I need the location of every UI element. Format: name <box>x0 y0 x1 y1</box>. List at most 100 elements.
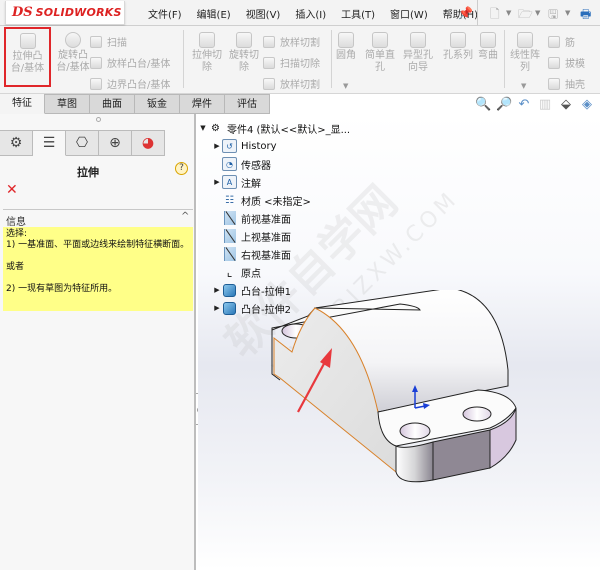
tree-item-front-plane[interactable]: 前视基准面 <box>198 209 350 227</box>
menu-tools[interactable]: 工具(T) <box>341 6 375 21</box>
display-manager-tab[interactable]: ◕ <box>132 130 165 156</box>
info-section-header[interactable]: 信息 <box>6 213 26 228</box>
sweep-button[interactable]: 扫描 <box>90 34 127 49</box>
info-line: 或者 <box>6 262 25 272</box>
part-model[interactable] <box>250 290 600 490</box>
pin-icon[interactable]: 📌 <box>458 6 473 20</box>
expand-right-icon[interactable]: ▶ <box>212 286 222 294</box>
divider <box>3 209 193 210</box>
feature-manager-tab[interactable]: ⚙ <box>0 130 33 156</box>
extrude-cut-label: 拉伸切 除 <box>192 50 222 73</box>
loft-cut-button-2[interactable]: 放样切割 <box>263 76 320 91</box>
simple-hole-label: 简单直 孔 <box>365 50 395 73</box>
tree-item-sensors[interactable]: ◔ 传感器 <box>198 155 350 173</box>
chevron-down-icon[interactable]: ▼ <box>535 9 540 17</box>
revolve-boss-button[interactable]: 旋转凸 台/基体 <box>51 32 95 74</box>
cancel-button[interactable]: ✕ <box>6 182 18 198</box>
tree-item-history[interactable]: ▶ ↺ History <box>198 137 350 155</box>
chevron-down-icon[interactable]: ▼ <box>506 9 511 17</box>
tab-surfaces[interactable]: 曲面 <box>90 94 135 114</box>
boundary-boss-button[interactable]: 边界凸台/基体 <box>90 76 170 91</box>
boss-extrude-icon <box>223 283 236 297</box>
chevron-down-icon[interactable]: ▼ <box>521 82 526 90</box>
loft-cut-button[interactable]: 放样切割 <box>263 34 320 49</box>
expand-down-icon[interactable]: ▼ <box>198 124 208 132</box>
expand-right-icon[interactable]: ▶ <box>212 142 222 150</box>
open-icon[interactable]: 🗁 <box>518 5 533 26</box>
rib-button[interactable]: 筋 <box>548 34 575 49</box>
chevron-down-icon[interactable]: ▼ <box>565 9 570 17</box>
revolve-boss-label: 旋转凸 台/基体 <box>56 50 90 73</box>
command-tabs: 特征 草图 曲面 钣金 焊件 评估 <box>0 94 270 114</box>
info-message-box: 选择: 1) 一基准面、平面或边线来绘制特征横断面。 或者 2) 一现有草图为特… <box>3 227 193 311</box>
shell-icon <box>548 77 560 90</box>
print-icon[interactable]: 🖶 <box>580 5 591 26</box>
tree-item-right-plane[interactable]: 右视基准面 <box>198 245 350 263</box>
linear-pattern-button[interactable]: 线性阵 列 <box>505 32 545 74</box>
configuration-manager-icon: ⎔ <box>75 135 89 151</box>
section-view-icon[interactable]: ▥ <box>538 97 552 112</box>
manager-tabs: ⚙ ☰ ⎔ ⊕ ◕ <box>0 130 165 156</box>
flex-button[interactable]: 弯曲 <box>470 32 506 62</box>
extrude-boss-button[interactable]: 拉伸凸 台/基体 <box>4 27 51 87</box>
tab-weldments[interactable]: 焊件 <box>180 94 225 114</box>
sweep-cut-button[interactable]: 扫描切除 <box>263 55 320 70</box>
new-document-icon[interactable]: 🗋 <box>490 5 500 26</box>
tree-item-label: 上视基准面 <box>241 232 291 244</box>
view-orientation-icon[interactable]: ⬙ <box>559 97 573 112</box>
hole-wizard-button[interactable]: 异型孔 向导 <box>396 32 440 74</box>
flange-round-side <box>395 441 434 483</box>
revolve-cut-label: 旋转切 除 <box>229 50 259 73</box>
chevron-up-icon[interactable]: ^ <box>181 211 189 222</box>
tree-item-material[interactable]: ☷ 材质 <未指定> <box>198 191 350 209</box>
display-manager-icon: ◕ <box>141 135 155 151</box>
tab-features[interactable]: 特征 <box>0 94 45 114</box>
loft-boss-button[interactable]: 放样凸台/基体 <box>90 55 170 70</box>
menu-edit[interactable]: 编辑(E) <box>197 6 231 21</box>
dimxpert-manager-tab[interactable]: ⊕ <box>99 130 132 156</box>
revolve-cut-icon <box>236 32 252 48</box>
draft-button[interactable]: 拔模 <box>548 55 585 70</box>
menu-insert[interactable]: 插入(I) <box>295 6 326 21</box>
graphics-area[interactable]: 软件自学网 WWW.RJZXW.COM ▼ ⚙ 零件4 (默认<<默认>_显..… <box>198 114 600 570</box>
tab-sheet-metal[interactable]: 钣金 <box>135 94 180 114</box>
menu-file[interactable]: 文件(F) <box>148 6 182 21</box>
plane-icon <box>223 247 236 261</box>
command-manager: 拉伸凸 台/基体 旋转凸 台/基体 扫描 放样凸台/基体 边界凸台/基体 拉伸切… <box>0 26 600 94</box>
shell-button[interactable]: 抽壳 <box>548 76 585 91</box>
fillet-icon <box>338 32 354 48</box>
zoom-to-fit-icon[interactable]: 🔍 <box>475 97 491 112</box>
display-style-icon[interactable]: ◈ <box>580 97 594 112</box>
hole-series-label: 孔系列 <box>443 50 473 61</box>
expand-right-icon[interactable]: ▶ <box>212 304 222 312</box>
tree-item-top-plane[interactable]: 上视基准面 <box>198 227 350 245</box>
chevron-down-icon[interactable]: ▼ <box>343 82 348 90</box>
annotations-folder-icon: A <box>222 175 237 189</box>
previous-view-icon[interactable]: ↶ <box>517 97 531 112</box>
tree-item-label: 右视基准面 <box>241 250 291 262</box>
menu-view[interactable]: 视图(V) <box>246 6 281 21</box>
help-icon[interactable]: ? <box>175 162 188 175</box>
sweep-cut-icon <box>263 56 275 69</box>
tree-item-annotations[interactable]: ▶ A 注解 <box>198 173 350 191</box>
revolve-cut-button[interactable]: 旋转切 除 <box>222 32 266 74</box>
tree-root[interactable]: ▼ ⚙ 零件4 (默认<<默认>_显... <box>198 119 350 137</box>
menu-window[interactable]: 窗口(W) <box>390 6 428 21</box>
tree-item-origin[interactable]: ⌞ 原点 <box>198 263 350 281</box>
linear-pattern-label: 线性阵 列 <box>510 50 540 73</box>
tab-evaluate[interactable]: 评估 <box>225 94 270 114</box>
zoom-to-area-icon[interactable]: 🔎 <box>496 97 512 112</box>
panel-grip-handle[interactable] <box>96 117 101 122</box>
brand-name: SOLIDWORKS <box>35 6 122 19</box>
hole-series-icon <box>450 32 466 48</box>
property-manager-panel: ⚙ ☰ ⎔ ⊕ ◕ 拉伸 ? ✕ 信息 ^ 选择: 1) 一基准面、平面或边线来… <box>0 114 196 570</box>
title-bar: DS SOLIDWORKS 文件(F) 编辑(E) 视图(V) 插入(I) 工具… <box>0 0 600 26</box>
expand-right-icon[interactable]: ▶ <box>212 178 222 186</box>
property-manager-tab[interactable]: ☰ <box>33 130 66 156</box>
save-icon[interactable]: 🖫 <box>548 5 558 26</box>
rib-icon <box>548 35 560 48</box>
configuration-manager-tab[interactable]: ⎔ <box>66 130 99 156</box>
divider <box>477 0 478 26</box>
solidworks-logo[interactable]: DS SOLIDWORKS <box>5 1 125 25</box>
tab-sketch[interactable]: 草图 <box>45 94 90 114</box>
